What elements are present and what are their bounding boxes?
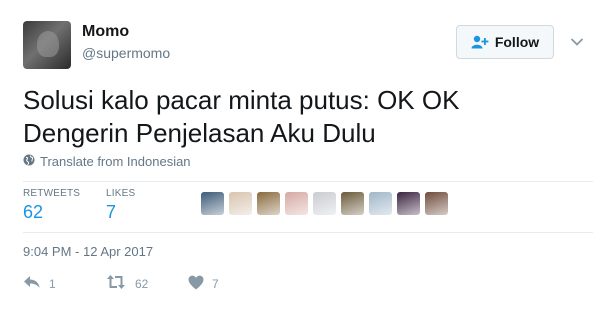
- reply-button[interactable]: 1: [23, 274, 105, 293]
- retweet-count: 62: [135, 276, 149, 291]
- likes-count[interactable]: 7: [106, 202, 135, 223]
- retweet-icon: [105, 274, 127, 293]
- chevron-down-icon[interactable]: [570, 34, 584, 52]
- liker-avatar[interactable]: [425, 192, 448, 215]
- liker-avatar[interactable]: [397, 192, 420, 215]
- timestamp[interactable]: 9:04 PM - 12 Apr 2017: [23, 244, 153, 259]
- avatar[interactable]: [23, 21, 71, 69]
- liker-avatar[interactable]: [201, 192, 224, 215]
- reply-count: 1: [49, 276, 56, 291]
- liker-avatar[interactable]: [341, 192, 364, 215]
- likes-stat[interactable]: LIKES 7: [106, 188, 135, 223]
- follow-button[interactable]: Follow: [456, 25, 554, 59]
- translate-label: Translate from Indonesian: [40, 154, 191, 169]
- tweet-text: Solusi kalo pacar minta putus: OK OK Den…: [23, 84, 593, 150]
- display-name[interactable]: Momo: [82, 23, 129, 41]
- liker-avatars: [201, 192, 448, 215]
- retweet-button[interactable]: 62: [105, 274, 188, 293]
- reply-icon: [23, 274, 41, 293]
- liker-avatar[interactable]: [285, 192, 308, 215]
- retweets-count[interactable]: 62: [23, 202, 80, 223]
- tweet-text-line: Dengerin Penjelasan Aku Dulu: [23, 118, 376, 148]
- liker-avatar[interactable]: [257, 192, 280, 215]
- add-user-icon: [471, 35, 489, 49]
- tweet-text-line: Solusi kalo pacar minta putus: OK OK: [23, 85, 460, 115]
- like-button[interactable]: 7: [188, 275, 219, 293]
- tweet-actions: 1 62 7: [23, 274, 219, 293]
- follow-label: Follow: [494, 34, 540, 50]
- divider: [23, 181, 593, 182]
- like-count: 7: [212, 276, 219, 291]
- globe-icon: [23, 154, 35, 169]
- liker-avatar[interactable]: [369, 192, 392, 215]
- heart-icon: [188, 275, 204, 293]
- liker-avatar[interactable]: [313, 192, 336, 215]
- liker-avatar[interactable]: [229, 192, 252, 215]
- retweets-label: RETWEETS: [23, 188, 81, 199]
- divider: [23, 232, 593, 233]
- translate-link[interactable]: Translate from Indonesian: [23, 154, 191, 169]
- likes-label: LIKES: [106, 188, 136, 199]
- user-handle[interactable]: @supermomo: [82, 45, 170, 61]
- retweets-stat[interactable]: RETWEETS 62: [23, 188, 80, 223]
